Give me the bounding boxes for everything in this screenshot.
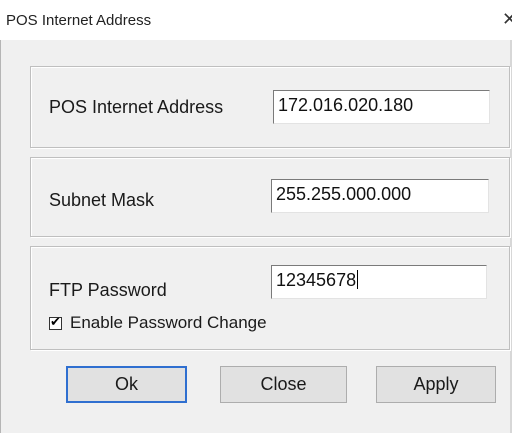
close-icon[interactable]: ✕: [502, 10, 512, 28]
ftp-password-value: 12345678: [276, 270, 357, 290]
subnet-mask-value: 255.255.000.000: [276, 184, 412, 204]
title-bar[interactable]: POS Internet Address ✕: [0, 0, 512, 40]
checkmark-icon: ✔: [50, 314, 61, 329]
subnet-mask-label: Subnet Mask: [49, 190, 155, 210]
enable-password-change-checkbox[interactable]: ✔: [49, 314, 62, 330]
ftp-group: FTP Password 12345678 ✔ Enable Password …: [30, 246, 510, 350]
ftp-password-label: FTP Password: [49, 280, 167, 300]
apply-button[interactable]: Apply: [376, 366, 496, 403]
ftp-password-input[interactable]: 12345678: [271, 265, 487, 299]
address-group: POS Internet Address 172.016.020.180: [30, 66, 510, 148]
subnet-group: Subnet Mask 255.255.000.000: [30, 157, 510, 237]
pos-address-value: 172.016.020.180: [278, 95, 414, 115]
close-button[interactable]: Close: [220, 366, 347, 403]
pos-address-label: POS Internet Address: [49, 97, 224, 117]
text-cursor: [357, 270, 359, 289]
pos-address-input[interactable]: 172.016.020.180: [273, 90, 490, 124]
enable-password-change-label[interactable]: Enable Password Change: [70, 313, 267, 333]
window-title: POS Internet Address: [6, 12, 152, 29]
ok-button[interactable]: Ok: [66, 366, 187, 403]
subnet-mask-input[interactable]: 255.255.000.000: [271, 179, 489, 213]
